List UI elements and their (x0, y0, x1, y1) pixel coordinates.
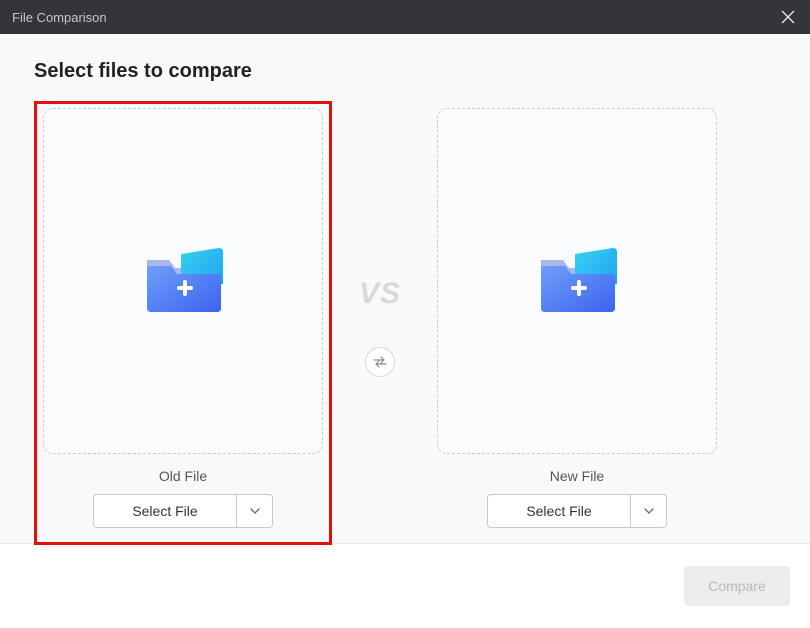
middle-column: VS (332, 154, 428, 500)
folder-plus-icon (535, 246, 619, 316)
new-file-panel: New File Select File (428, 101, 726, 545)
new-file-label: New File (550, 468, 604, 484)
window-title: File Comparison (12, 10, 107, 25)
new-file-dropzone[interactable] (437, 108, 717, 454)
compare-button[interactable]: Compare (684, 566, 790, 606)
old-file-select-row: Select File (93, 494, 273, 528)
old-file-dropzone[interactable] (43, 108, 323, 454)
folder-plus-icon (141, 246, 225, 316)
swap-icon (372, 355, 388, 369)
old-file-select-button[interactable]: Select File (93, 494, 237, 528)
content-area: Select files to compare (0, 34, 810, 544)
close-icon (781, 10, 795, 24)
old-file-dropdown-button[interactable] (237, 494, 273, 528)
chevron-down-icon (644, 508, 654, 514)
page-title: Select files to compare (34, 60, 776, 83)
chevron-down-icon (250, 508, 260, 514)
footer: Compare (0, 544, 810, 628)
titlebar: File Comparison (0, 0, 810, 34)
old-file-label: Old File (159, 468, 207, 484)
compare-row: Old File Select File VS (34, 101, 776, 545)
new-file-select-button[interactable]: Select File (487, 494, 631, 528)
new-file-dropdown-button[interactable] (631, 494, 667, 528)
vs-label: VS (359, 277, 401, 311)
close-button[interactable] (778, 7, 798, 27)
new-file-select-row: Select File (487, 494, 667, 528)
swap-button[interactable] (365, 347, 395, 377)
old-file-panel: Old File Select File (34, 101, 332, 545)
